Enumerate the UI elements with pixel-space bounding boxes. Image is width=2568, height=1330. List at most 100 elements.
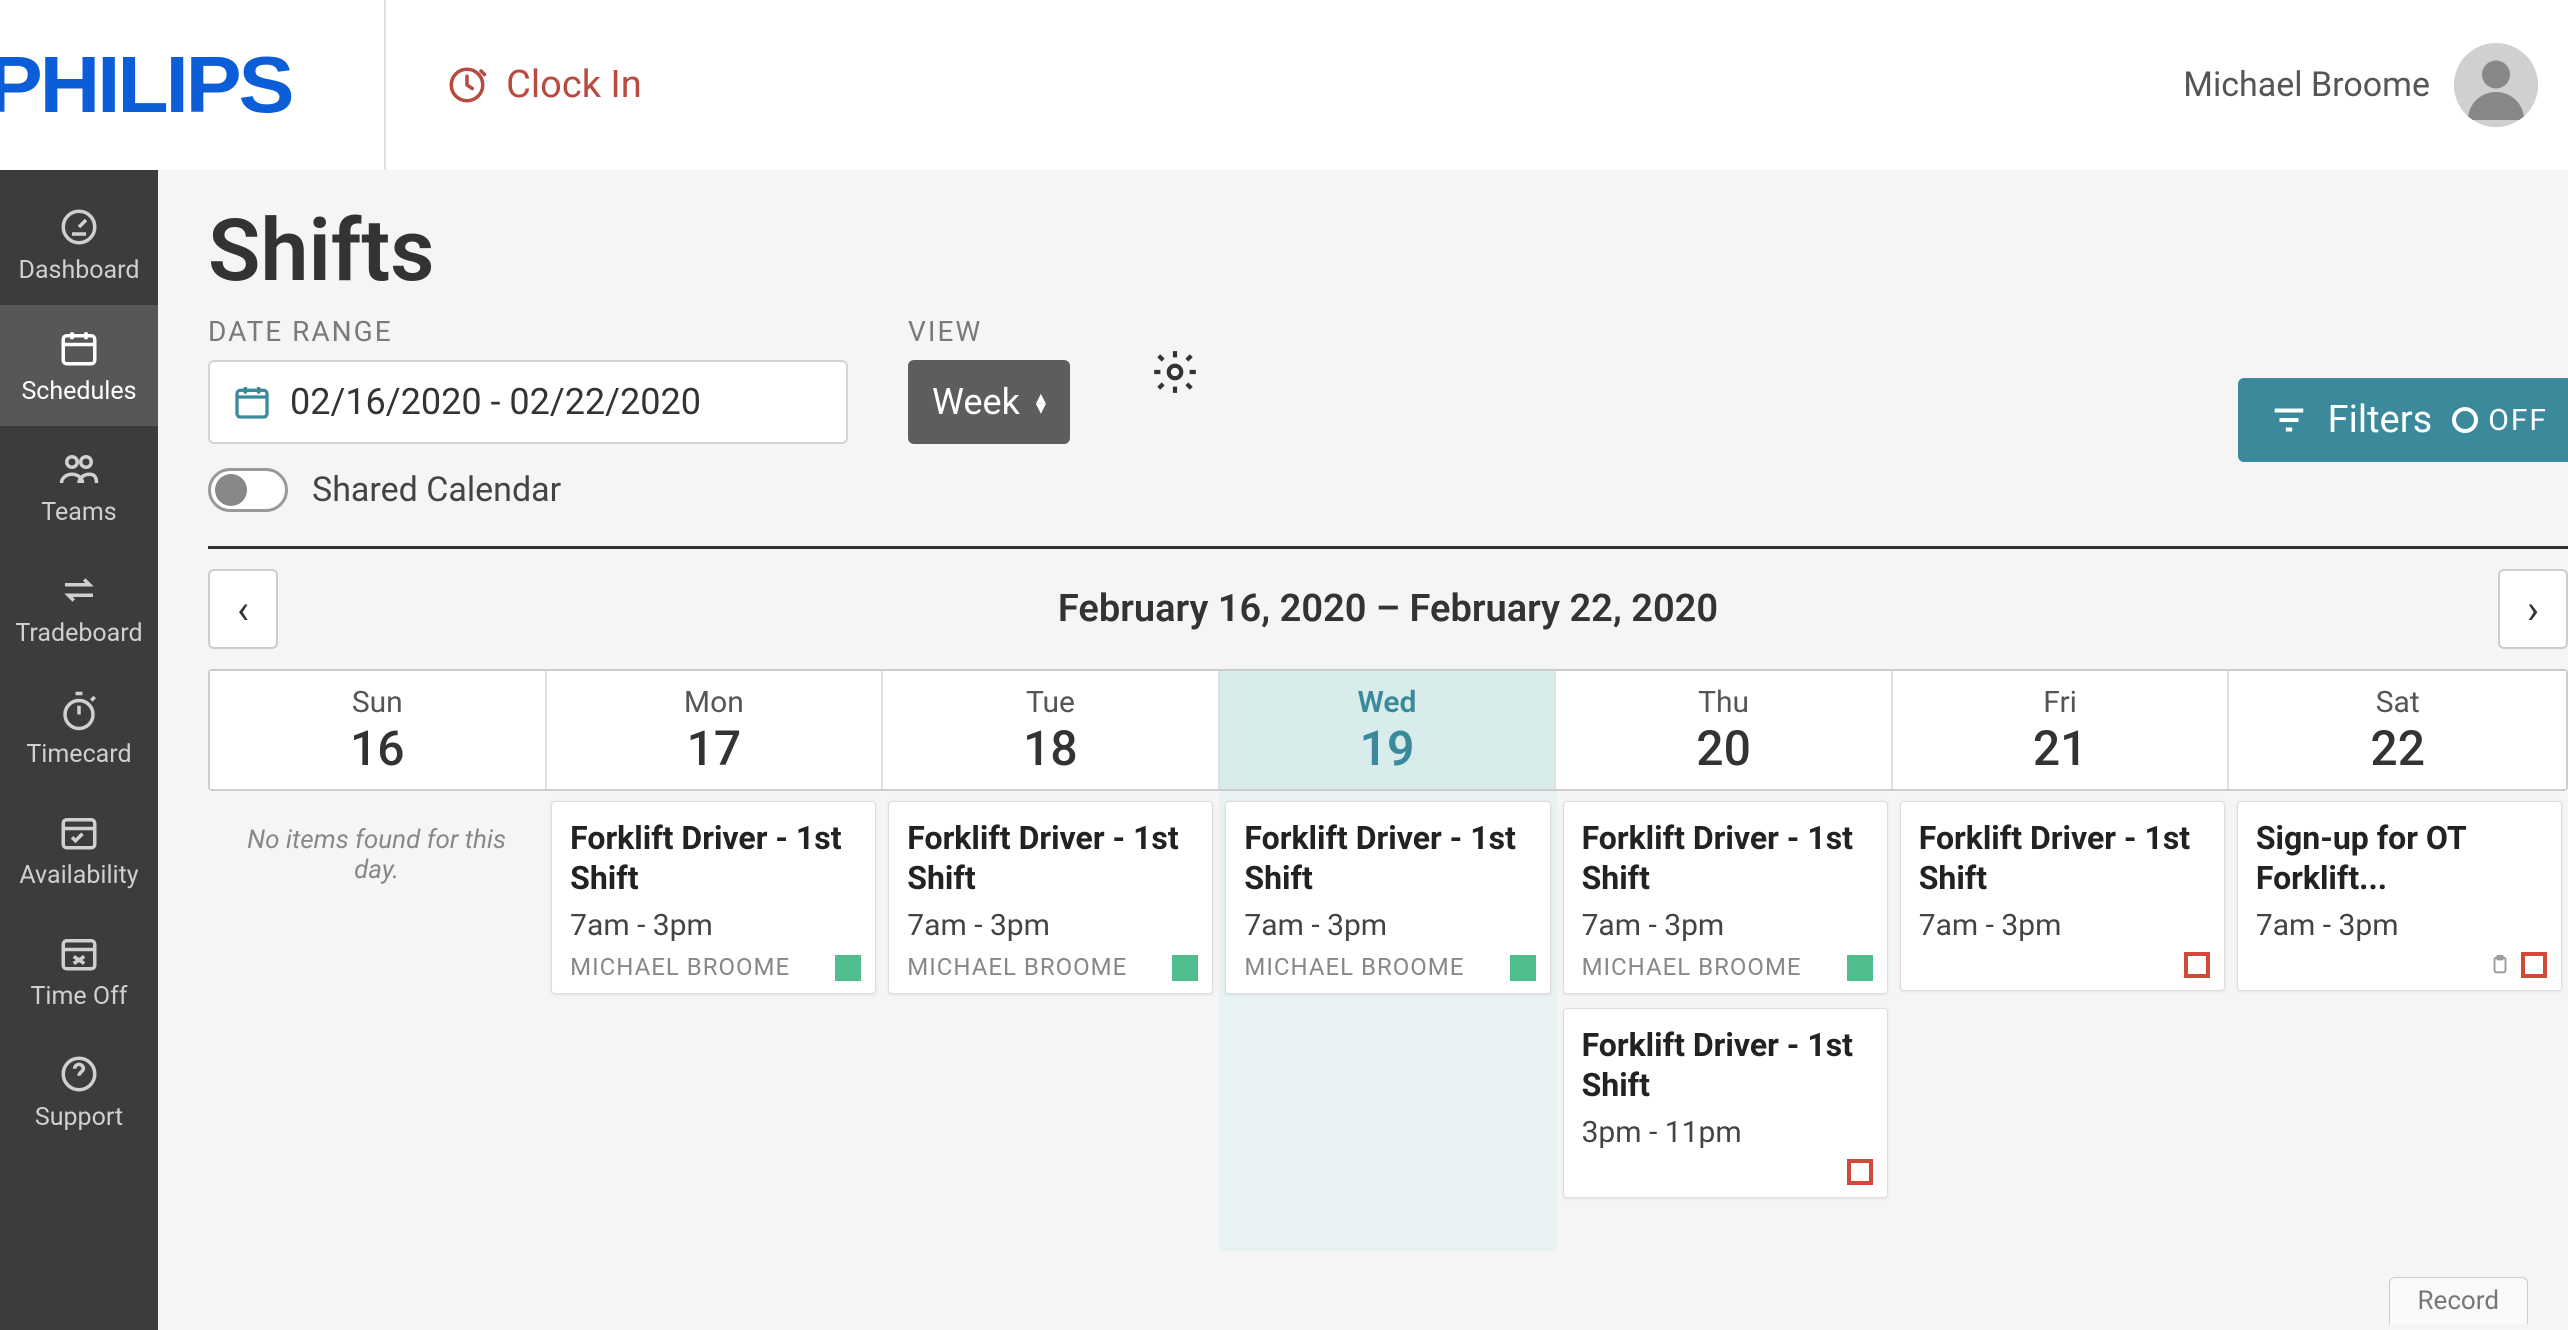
shift-title: Forklift Driver - 1st Shift <box>1244 818 1531 898</box>
day-of-week: Sat <box>2229 685 2566 720</box>
shift-card[interactable]: Sign-up for OT Forklift... 7am - 3pm <box>2237 801 2562 991</box>
sidebar-item-tradeboard[interactable]: Tradeboard <box>0 547 158 668</box>
shift-title: Forklift Driver - 1st Shift <box>1582 818 1869 898</box>
shift-card[interactable]: Forklift Driver - 1st Shift7am - 3pmMICH… <box>1225 801 1550 994</box>
day-header-thu[interactable]: Thu20 <box>1556 671 1893 789</box>
shared-calendar-row: Shared Calendar <box>208 468 2568 512</box>
calendar-icon <box>58 327 100 369</box>
select-arrows-icon: ▴▾ <box>1036 392 1046 412</box>
sidebar-item-label: Tradeboard <box>15 619 142 648</box>
view-select[interactable]: Week ▴▾ <box>908 360 1070 444</box>
status-indicator-green <box>835 955 861 981</box>
day-header-wed[interactable]: Wed19 <box>1220 671 1557 789</box>
shift-person: MICHAEL BROOME <box>570 953 857 981</box>
day-column: No items found for this day. <box>208 791 545 1251</box>
filters-button[interactable]: Filters OFF <box>2238 378 2568 462</box>
chevron-right-icon: › <box>2527 586 2539 633</box>
date-range-label: DATE RANGE <box>208 315 848 348</box>
shift-time: 7am - 3pm <box>2256 908 2543 943</box>
day-header-sun[interactable]: Sun16 <box>210 671 547 789</box>
shift-card[interactable]: Forklift Driver - 1st Shift3pm - 11pm <box>1563 1008 1888 1198</box>
view-group: VIEW Week ▴▾ <box>908 315 1070 444</box>
shift-person: MICHAEL BROOME <box>907 953 1194 981</box>
clock-icon <box>446 64 488 106</box>
calendar-range-label: February 16, 2020 – February 22, 2020 <box>1058 587 1718 631</box>
help-icon <box>58 1053 100 1095</box>
shift-title: Forklift Driver - 1st Shift <box>570 818 857 898</box>
calendar-body: No items found for this day.Forklift Dri… <box>208 791 2568 1251</box>
day-column: Forklift Driver - 1st Shift7am - 3pm <box>1894 791 2231 1251</box>
shared-calendar-label: Shared Calendar <box>312 470 561 510</box>
sidebar-item-schedules[interactable]: Schedules <box>0 305 158 426</box>
shift-time: 7am - 3pm <box>1244 908 1531 943</box>
status-indicator-red <box>2521 952 2547 978</box>
chevron-left-icon: ‹ <box>237 586 249 633</box>
status-indicator-green <box>1510 955 1536 981</box>
swap-icon <box>58 569 100 611</box>
clock-in-button[interactable]: Clock In <box>384 0 642 170</box>
status-indicator-red <box>2184 952 2210 978</box>
prev-week-button[interactable]: ‹ <box>208 569 278 649</box>
day-header-tue[interactable]: Tue18 <box>883 671 1220 789</box>
sidebar: Dashboard Schedules Teams Tradeboard Timecar… <box>0 170 158 1330</box>
cal-check-icon <box>58 811 100 853</box>
date-range-input[interactable]: 02/16/2020 - 02/22/2020 <box>208 360 848 444</box>
shift-time: 7am - 3pm <box>1919 908 2206 943</box>
cal-x-icon <box>58 932 100 974</box>
shift-card[interactable]: Forklift Driver - 1st Shift7am - 3pmMICH… <box>551 801 876 994</box>
status-indicator-red <box>1847 1159 1873 1185</box>
day-column: Sign-up for OT Forklift... 7am - 3pm <box>2231 791 2568 1251</box>
record-tab[interactable]: Record <box>2389 1277 2528 1324</box>
day-header-fri[interactable]: Fri21 <box>1893 671 2230 789</box>
calendar-headers: Sun16Mon17Tue18Wed19Thu20Fri21Sat22 <box>208 669 2568 791</box>
circle-icon <box>2452 407 2478 433</box>
toggle-knob <box>215 474 247 506</box>
day-of-week: Sun <box>210 685 545 720</box>
sidebar-item-teams[interactable]: Teams <box>0 426 158 547</box>
day-column: Forklift Driver - 1st Shift7am - 3pmMICH… <box>882 791 1219 1251</box>
status-indicator-green <box>1847 955 1873 981</box>
shift-card[interactable]: Forklift Driver - 1st Shift7am - 3pmMICH… <box>1563 801 1888 994</box>
view-value: Week <box>932 381 1020 423</box>
controls-row: DATE RANGE 02/16/2020 - 02/22/2020 VIEW … <box>208 315 2568 444</box>
empty-day-message: No items found for this day. <box>214 801 539 909</box>
day-column: Forklift Driver - 1st Shift7am - 3pmMICH… <box>1557 791 1894 1251</box>
filters-state: OFF <box>2488 403 2548 438</box>
sidebar-item-label: Timecard <box>26 740 131 769</box>
filter-icon <box>2270 401 2308 439</box>
filters-label: Filters <box>2328 398 2433 442</box>
sidebar-item-label: Time Off <box>31 982 128 1011</box>
calendar: ‹ February 16, 2020 – February 22, 2020 … <box>208 546 2568 1251</box>
settings-button[interactable] <box>1150 347 1200 397</box>
shift-title: Sign-up for OT Forklift... <box>2256 818 2543 898</box>
day-column: Forklift Driver - 1st Shift7am - 3pmMICH… <box>545 791 882 1251</box>
sidebar-item-availability[interactable]: Availability <box>0 789 158 910</box>
user-name: Michael Broome <box>2183 65 2430 105</box>
day-of-week: Fri <box>1893 685 2228 720</box>
calendar-icon <box>232 382 272 422</box>
date-range-group: DATE RANGE 02/16/2020 - 02/22/2020 <box>208 315 848 444</box>
sidebar-item-label: Teams <box>41 498 116 527</box>
shared-calendar-toggle[interactable] <box>208 468 288 512</box>
sidebar-item-label: Support <box>35 1103 123 1132</box>
day-of-week: Wed <box>1220 685 1555 720</box>
sidebar-item-dashboard[interactable]: Dashboard <box>0 184 158 305</box>
avatar[interactable] <box>2454 43 2538 127</box>
day-number: 17 <box>547 720 882 777</box>
sidebar-item-timeoff[interactable]: Time Off <box>0 910 158 1031</box>
day-number: 20 <box>1556 720 1891 777</box>
day-header-sat[interactable]: Sat22 <box>2229 671 2566 789</box>
shift-card[interactable]: Forklift Driver - 1st Shift7am - 3pm <box>1900 801 2225 991</box>
shift-card[interactable]: Forklift Driver - 1st Shift7am - 3pmMICH… <box>888 801 1213 994</box>
date-range-value: 02/16/2020 - 02/22/2020 <box>290 381 701 423</box>
sidebar-item-label: Schedules <box>21 377 136 406</box>
day-column: Forklift Driver - 1st Shift7am - 3pmMICH… <box>1219 791 1556 1251</box>
next-week-button[interactable]: › <box>2498 569 2568 649</box>
sidebar-item-label: Dashboard <box>19 256 140 285</box>
sidebar-item-timecard[interactable]: Timecard <box>0 668 158 789</box>
day-of-week: Tue <box>883 685 1218 720</box>
day-header-mon[interactable]: Mon17 <box>547 671 884 789</box>
sidebar-item-label: Availability <box>19 861 138 890</box>
filters-state-badge: OFF <box>2452 403 2548 438</box>
sidebar-item-support[interactable]: Support <box>0 1031 158 1152</box>
